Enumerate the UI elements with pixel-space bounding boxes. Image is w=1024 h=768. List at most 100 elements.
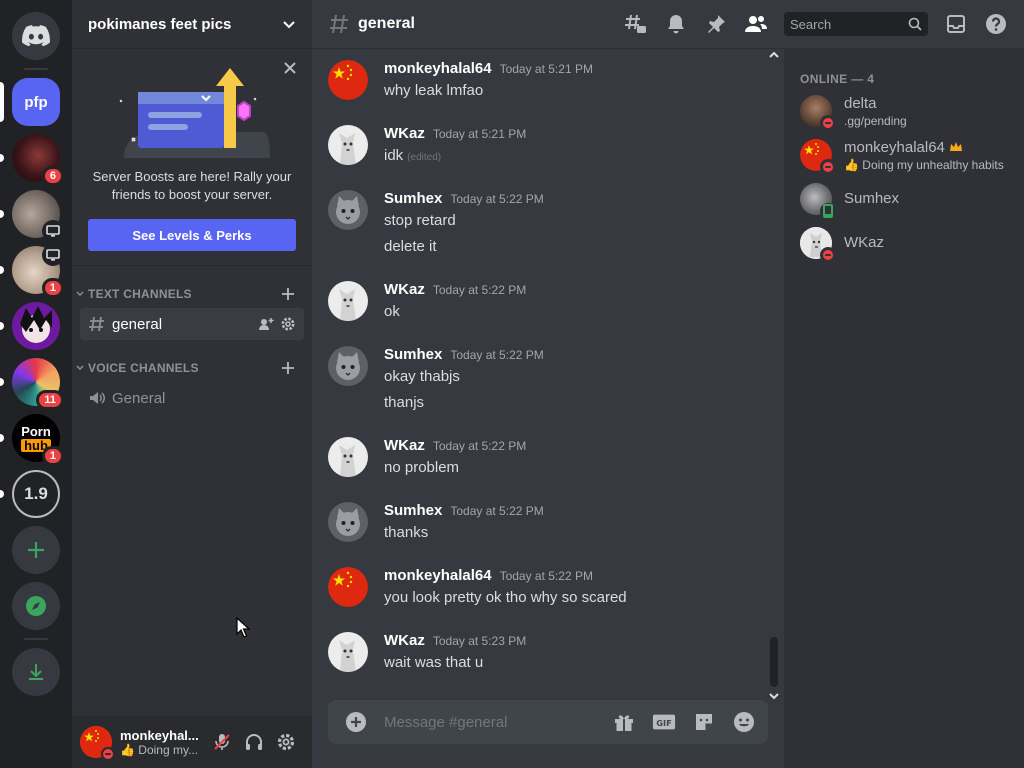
message-timestamp: Today at 5:22 PM	[499, 569, 593, 583]
server-2[interactable]: 6	[0, 134, 64, 186]
avatar[interactable]	[328, 567, 368, 607]
member-sumhex[interactable]: Sumhex	[800, 182, 1016, 224]
server-initials: pfp	[24, 93, 48, 111]
message-text: thanjs	[384, 394, 425, 411]
user-panel: monkeyhal... 👍 Doing my...	[72, 716, 312, 768]
message-text: idk (edited)	[384, 147, 442, 164]
threads-icon	[625, 14, 646, 33]
message-input[interactable]: Message #general	[384, 714, 612, 731]
sticker-button[interactable]	[692, 710, 716, 734]
message-text: delete it	[384, 238, 437, 255]
message-text: why leak lmfao	[384, 82, 484, 99]
threads-button[interactable]	[624, 12, 648, 36]
rail-separator	[24, 638, 48, 640]
help-button[interactable]	[984, 12, 1008, 36]
server-4[interactable]: 1	[0, 244, 64, 298]
scrollbar-thumb[interactable]	[770, 637, 778, 687]
member-monkeyhalal64[interactable]: monkeyhalal64 👍 Doing my unhealthy habit…	[800, 138, 1016, 180]
gif-button[interactable]: GIF	[652, 710, 676, 734]
chevron-down-icon	[76, 365, 84, 370]
channel-title: general	[358, 15, 415, 32]
avatar[interactable]	[328, 346, 368, 386]
avatar[interactable]	[328, 190, 368, 230]
crown-icon	[949, 142, 962, 151]
scroll-up-icon[interactable]	[768, 50, 780, 60]
message-text: no problem	[384, 459, 460, 476]
scroll-down-icon[interactable]	[768, 691, 780, 701]
gift-icon	[615, 715, 633, 731]
user-settings-button[interactable]	[274, 730, 298, 754]
member-list-button[interactable]	[744, 12, 768, 36]
pinned-messages-button[interactable]	[704, 12, 728, 36]
explore-servers-button[interactable]	[12, 582, 60, 630]
home-button[interactable]	[12, 12, 60, 60]
avatar[interactable]	[328, 437, 368, 477]
dnd-status-icon	[820, 159, 836, 175]
download-apps-button[interactable]	[12, 648, 60, 696]
avatar[interactable]	[328, 60, 368, 100]
message-author[interactable]: WKaz Today at 5:22 PM	[384, 281, 526, 298]
discord-logo-icon	[22, 25, 50, 47]
member-name: monkeyhalal64	[844, 139, 963, 156]
member-name: Sumhex	[844, 190, 900, 207]
inbox-button[interactable]	[944, 12, 968, 36]
message-composer[interactable]: Message #general GIF	[328, 700, 768, 744]
voice-channel-general[interactable]: General	[80, 382, 304, 414]
server-8[interactable]: 1.9	[0, 470, 60, 518]
online-heading: ONLINE — 4	[800, 72, 875, 86]
plus-icon	[28, 542, 44, 558]
message-timestamp: Today at 5:22 PM	[450, 348, 544, 362]
search-input[interactable]: Search	[784, 12, 928, 36]
dnd-status-icon	[820, 115, 836, 131]
guild-name: pokimanes feet pics	[88, 15, 232, 33]
add-attachment-icon[interactable]	[344, 710, 368, 734]
deafen-button[interactable]	[242, 730, 266, 754]
create-channel-icon[interactable]	[280, 360, 296, 376]
mute-button[interactable]	[210, 730, 234, 754]
channel-general[interactable]: general	[80, 308, 304, 340]
avatar[interactable]	[328, 502, 368, 542]
gift-button[interactable]	[612, 710, 636, 734]
channel-sidebar: pokimanes feet pics Server Boosts are he…	[72, 0, 312, 768]
message-author[interactable]: WKaz Today at 5:23 PM	[384, 632, 526, 649]
message-author[interactable]: monkeyhalal64 Today at 5:21 PM	[384, 60, 593, 77]
invite-icon[interactable]	[258, 316, 274, 332]
channel-name: general	[112, 315, 163, 333]
avatar[interactable]	[328, 281, 368, 321]
create-channel-icon[interactable]	[280, 286, 296, 302]
see-levels-perks-button[interactable]: See Levels & Perks	[88, 219, 296, 251]
server-5[interactable]	[0, 302, 60, 350]
emoji-icon	[734, 712, 754, 732]
guild-header[interactable]: pokimanes feet pics	[72, 0, 312, 48]
server-icon-image	[12, 302, 60, 350]
server-pfp[interactable]: pfp	[0, 78, 60, 126]
message-author[interactable]: monkeyhalal64 Today at 5:22 PM	[384, 567, 593, 584]
text-channels-category[interactable]: TEXT CHANNELS	[72, 284, 312, 304]
member-wkaz[interactable]: WKaz	[800, 226, 1016, 268]
message-author[interactable]: WKaz Today at 5:21 PM	[384, 125, 526, 142]
member-delta[interactable]: delta .gg/pending	[800, 94, 1016, 136]
notifications-button[interactable]	[664, 12, 688, 36]
scrollbar[interactable]	[766, 48, 782, 703]
message-author[interactable]: WKaz Today at 5:22 PM	[384, 437, 526, 454]
add-server-button[interactable]	[12, 526, 60, 574]
message-author[interactable]: Sumhex Today at 5:22 PM	[384, 502, 544, 519]
server-6[interactable]: 11	[0, 358, 64, 410]
server-icon-image: 1.9	[12, 470, 60, 518]
selected-pill	[0, 82, 4, 122]
avatar[interactable]	[328, 125, 368, 165]
chevron-down-icon	[283, 21, 295, 29]
close-icon[interactable]	[282, 60, 298, 76]
avatar[interactable]	[328, 632, 368, 672]
hashtag-icon	[330, 14, 348, 34]
voice-channels-category[interactable]: VOICE CHANNELS	[72, 358, 312, 378]
avatar[interactable]	[80, 726, 115, 761]
category-label: TEXT CHANNELS	[88, 287, 192, 301]
server-3[interactable]	[0, 190, 64, 242]
message-author[interactable]: Sumhex Today at 5:22 PM	[384, 190, 544, 207]
emoji-button[interactable]	[732, 710, 756, 734]
message-author[interactable]: Sumhex Today at 5:22 PM	[384, 346, 544, 363]
server-7[interactable]: Porn hub 1	[0, 414, 64, 466]
message-timestamp: Today at 5:21 PM	[499, 62, 593, 76]
gear-icon[interactable]	[280, 316, 296, 332]
